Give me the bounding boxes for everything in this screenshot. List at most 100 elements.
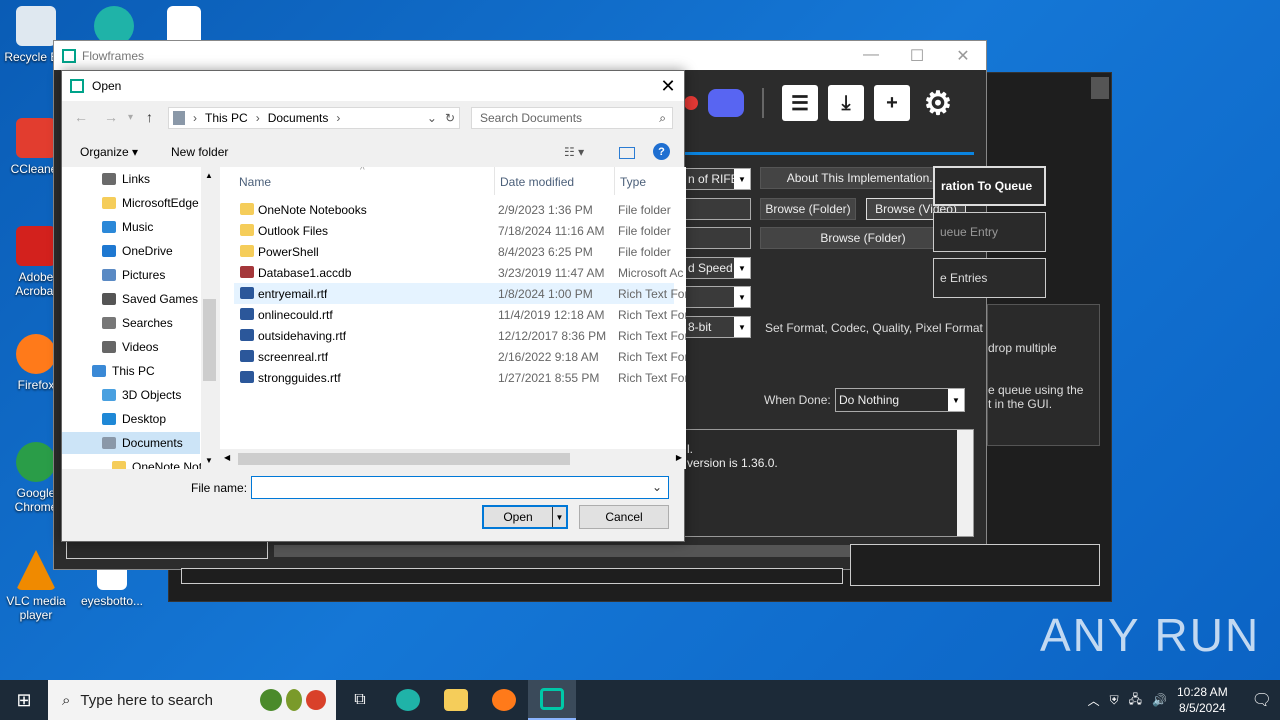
- rtf-document-icon: [240, 350, 254, 362]
- speed-select[interactable]: d Speed ▼: [684, 257, 751, 279]
- notifications-icon[interactable]: 🗨: [1252, 690, 1272, 710]
- file-name: strongguides.rtf: [258, 371, 341, 385]
- column-header-name[interactable]: Name: [239, 175, 271, 189]
- nav-item-label: 3D Objects: [122, 388, 182, 402]
- file-explorer-icon[interactable]: [432, 680, 480, 720]
- maximize-button[interactable]: ☐: [894, 46, 940, 66]
- file-row[interactable]: onlinecould.rtf 11/4/2019 12:18 AM Rich Te…: [234, 304, 686, 325]
- taskbar-search[interactable]: ⌕ Type here to search: [48, 680, 250, 720]
- scroll-up-icon[interactable]: ▲: [205, 171, 213, 180]
- breadcrumb-separator-icon: ›: [255, 111, 260, 125]
- file-row[interactable]: screenreal.rtf 2/16/2022 9:18 AM Rich Text…: [234, 346, 686, 367]
- dialog-title: Open: [92, 79, 122, 93]
- queue-entry-button[interactable]: ueue Entry: [933, 212, 1046, 252]
- file-row[interactable]: Outlook Files 7/18/2024 11:16 AM File fold…: [234, 220, 674, 241]
- file-date: 12/12/2017 8:36 PM: [498, 329, 607, 343]
- scroll-thumb[interactable]: [238, 453, 570, 465]
- pc-icon: [92, 365, 106, 377]
- cancel-button[interactable]: Cancel: [579, 505, 669, 529]
- task-view-icon[interactable]: ⧉: [336, 680, 384, 720]
- refresh-icon[interactable]: ↻: [445, 111, 459, 125]
- discord-icon[interactable]: [708, 89, 744, 117]
- scroll-thumb[interactable]: [203, 299, 216, 381]
- settings-icon[interactable]: ⚙: [920, 85, 956, 121]
- forward-icon[interactable]: →: [104, 109, 118, 125]
- download-icon[interactable]: ⤓: [828, 85, 864, 121]
- breadcrumb-separator-icon: ›: [193, 111, 197, 125]
- preview-pane-icon[interactable]: [619, 147, 635, 159]
- file-list-hscrollbar[interactable]: ◀ ▶: [220, 449, 686, 469]
- record-icon[interactable]: [684, 96, 698, 110]
- scroll-down-icon[interactable]: ▼: [205, 456, 213, 465]
- when-done-select[interactable]: Do Nothing ▼: [835, 388, 965, 412]
- bitdepth-select[interactable]: 8-bit ▼: [684, 316, 751, 338]
- file-row[interactable]: Database1.accdb 3/23/2019 11:47 AM Microso…: [234, 262, 683, 283]
- search-highlight-icon[interactable]: [250, 680, 336, 720]
- file-row[interactable]: OneNote Notebooks 2/9/2023 1:36 PM File fo…: [234, 199, 674, 220]
- edge-icon[interactable]: [384, 680, 432, 720]
- file-name: Outlook Files: [258, 224, 329, 238]
- chevron-down-icon[interactable]: ▼: [552, 507, 566, 527]
- clock-time: 10:28 AM: [1176, 685, 1228, 699]
- scroll-right-icon[interactable]: ▶: [676, 453, 682, 462]
- nav-item-documents[interactable]: Documents: [62, 432, 200, 454]
- tomato-icon: [306, 690, 326, 710]
- recent-chevron-icon[interactable]: ▾: [128, 112, 133, 123]
- clock[interactable]: 10:28 AM 8/5/2024: [1177, 684, 1228, 716]
- list-icon[interactable]: ☰: [782, 85, 818, 121]
- navigation-pane: Links MicrosoftEdge Music OneDrive Pictu…: [62, 167, 218, 469]
- toolbar-divider: [762, 88, 764, 118]
- network-security-icon[interactable]: ⛨: [1110, 693, 1119, 708]
- close-button[interactable]: ✕: [940, 46, 986, 66]
- start-button[interactable]: ⊞: [0, 680, 48, 720]
- up-icon[interactable]: ↑: [146, 109, 153, 125]
- factor-select[interactable]: ▼: [684, 286, 751, 308]
- browse-folder-button[interactable]: Browse (Folder): [760, 198, 856, 220]
- breadcrumb-this-pc[interactable]: This PC: [205, 111, 248, 125]
- organize-button[interactable]: Organize ▾: [80, 145, 138, 159]
- volume-icon[interactable]: 🔊: [1152, 693, 1167, 707]
- input-path-field[interactable]: [684, 198, 751, 220]
- minimize-button[interactable]: —: [848, 46, 894, 66]
- search-input[interactable]: Search Documents ⌕: [471, 107, 673, 129]
- queue-info-panel: drop multiple e queue using the t in the…: [987, 304, 1100, 446]
- log-scrollbar[interactable]: [957, 430, 973, 536]
- nav-scrollbar[interactable]: ▲ ▼: [201, 167, 218, 469]
- address-bar[interactable]: › This PC › Documents › ⌄ ↻: [168, 107, 460, 129]
- videos-icon: [102, 341, 116, 353]
- file-row[interactable]: PowerShell 8/4/2023 6:25 PM File folder: [234, 241, 674, 262]
- firefox-icon[interactable]: [480, 680, 528, 720]
- open-button[interactable]: Open ▼: [482, 505, 568, 529]
- file-row[interactable]: outsidehaving.rtf 12/12/2017 8:36 PM Rich …: [234, 325, 686, 346]
- view-options-icon[interactable]: ☷ ▾: [564, 145, 584, 159]
- window-control[interactable]: [1091, 77, 1109, 99]
- file-row[interactable]: entryemail.rtf 1/8/2024 1:00 PM Rich Text …: [234, 283, 686, 304]
- chevron-down-icon[interactable]: ⌄: [652, 480, 662, 494]
- file-type: Rich Text For: [618, 329, 686, 343]
- flowframes-taskbar-icon[interactable]: [528, 680, 576, 720]
- file-date: 8/4/2023 6:25 PM: [498, 245, 593, 259]
- new-folder-button[interactable]: New folder: [171, 145, 228, 159]
- column-header-type[interactable]: Type: [620, 175, 646, 189]
- file-row[interactable]: strongguides.rtf 1/27/2021 8:55 PM Rich Te…: [234, 367, 686, 388]
- close-icon[interactable]: ✕: [652, 76, 684, 97]
- add-icon[interactable]: +: [874, 85, 910, 121]
- add-to-queue-button[interactable]: ration To Queue: [933, 166, 1046, 206]
- nav-item-this-pc[interactable]: This PC: [92, 360, 208, 382]
- column-header-date[interactable]: Date modified: [500, 175, 574, 189]
- chevron-down-icon: ▼: [734, 258, 750, 278]
- file-name-input[interactable]: ⌄: [251, 476, 669, 499]
- entries-button[interactable]: e Entries: [933, 258, 1046, 298]
- chevron-up-icon[interactable]: ︿: [1088, 692, 1100, 709]
- ai-select[interactable]: n of RIFE ▼: [684, 168, 751, 190]
- back-icon[interactable]: ←: [74, 109, 88, 125]
- nav-item-label: This PC: [112, 364, 155, 378]
- chevron-down-icon[interactable]: ⌄: [427, 111, 437, 125]
- help-icon[interactable]: ?: [653, 143, 670, 160]
- scroll-left-icon[interactable]: ◀: [224, 453, 230, 462]
- bottom-button[interactable]: [850, 544, 1100, 586]
- network-icon[interactable]: 🖧: [1129, 690, 1142, 711]
- output-path-field[interactable]: [684, 227, 751, 249]
- breadcrumb-documents[interactable]: Documents: [268, 111, 329, 125]
- music-icon: [102, 221, 116, 233]
